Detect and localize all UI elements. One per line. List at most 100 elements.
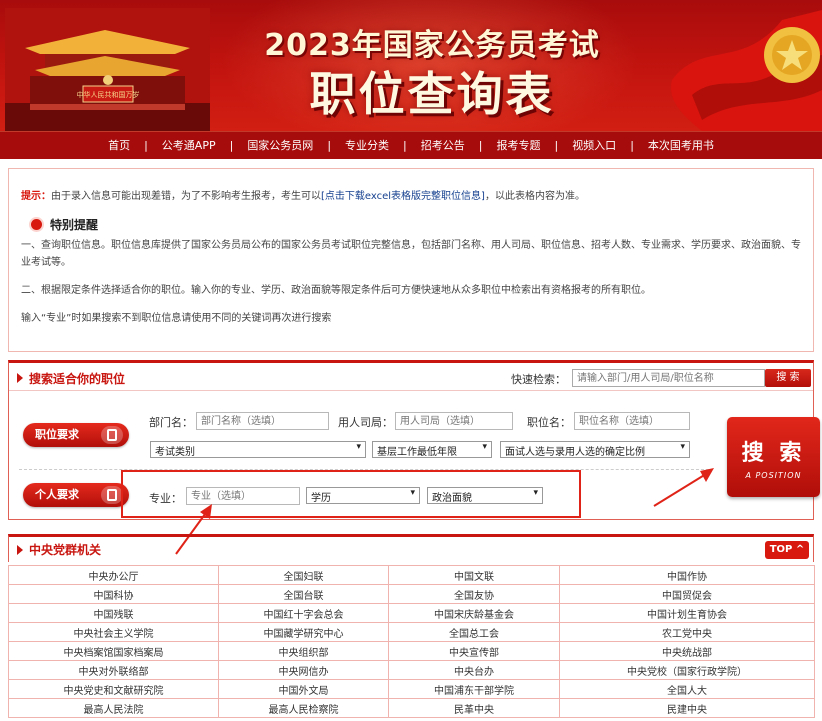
- org-link[interactable]: 中央宣传部: [388, 641, 560, 661]
- nav-app[interactable]: 公考通APP: [148, 132, 230, 160]
- document-icon: [107, 429, 117, 441]
- org-link[interactable]: 中国红十字会总会: [218, 603, 389, 623]
- header-banner: 中华人民共和国万岁 2023年国家公务员考试 职位查询表: [0, 0, 822, 131]
- org-section-header: 中央党群机关 TOP ^: [8, 534, 814, 562]
- tip-line: 提示：由于录入信息可能出现差错，为了不影响考生报考，考生可以[点击下载excel…: [21, 187, 801, 202]
- list-icon: [107, 489, 117, 501]
- dept-input[interactable]: [196, 412, 329, 430]
- tip-label: 提示：: [21, 191, 51, 202]
- position-label: 职位名：: [527, 416, 571, 429]
- triangle-icon: [17, 544, 23, 555]
- person-badge-label: 个人要求: [35, 488, 79, 501]
- personal-requirements-badge: 个人要求: [23, 483, 129, 507]
- search-panel-header: 搜索适合你的职位 快速检索： 搜 索: [9, 363, 813, 393]
- search-submit-label: 搜 索: [741, 441, 806, 466]
- chevron-down-icon: ▾: [356, 442, 361, 452]
- table-row: 中国残联 中国红十字会总会 中国宋庆龄基金会 中国计划生育协会: [8, 603, 815, 623]
- org-link[interactable]: 中央档案馆国家档案局: [8, 641, 219, 661]
- notice-box: 提示：由于录入信息可能出现差错，为了不影响考生报考，考生可以[点击下载excel…: [8, 168, 814, 352]
- org-link[interactable]: 中央台办: [388, 660, 560, 680]
- org-link[interactable]: 中国计划生育协会: [559, 603, 815, 623]
- org-link[interactable]: 中央组织部: [218, 641, 389, 661]
- reminder-title: 特别提醒: [50, 218, 99, 232]
- table-row: 中国科协 全国台联 全国友协 中国贸促会: [8, 584, 815, 604]
- position-input[interactable]: [574, 412, 690, 430]
- exam-category-select[interactable]: 考试类别 ▾: [150, 441, 366, 458]
- org-link[interactable]: 最高人民法院: [8, 698, 219, 718]
- job-badge-label: 职位要求: [35, 428, 79, 441]
- min-years-select[interactable]: 基层工作最低年限 ▾: [372, 441, 492, 458]
- table-row: 中央党史和文献研究院 中国外文局 中国浦东干部学院 全国人大: [8, 679, 815, 699]
- org-link[interactable]: 中国残联: [8, 603, 219, 623]
- banner-title-line2: 职位查询表: [309, 67, 555, 121]
- min-years-value: 基层工作最低年限: [377, 447, 457, 458]
- interview-ratio-value: 面试人选与录用人选的确定比例: [505, 447, 645, 458]
- org-link[interactable]: 中央办公厅: [8, 565, 219, 585]
- special-reminder: 特别提醒: [31, 216, 801, 233]
- org-link[interactable]: 全国妇联: [218, 565, 389, 585]
- nav-apply-topic[interactable]: 报考专题: [482, 132, 554, 160]
- org-link[interactable]: 中央对外联络部: [8, 660, 219, 680]
- nav-major-category[interactable]: 专业分类: [331, 132, 403, 160]
- org-link[interactable]: 中国科协: [8, 584, 219, 604]
- nav-recruit-notice[interactable]: 招考公告: [407, 132, 479, 160]
- org-link[interactable]: 最高人民检察院: [218, 698, 389, 718]
- org-link[interactable]: 民革中央: [388, 698, 560, 718]
- main-nav: 首页 | 公考通APP | 国家公务员网 | 专业分类 | 招考公告 | 报考专题 | 视频…: [0, 131, 822, 159]
- org-link[interactable]: 农工党中央: [559, 622, 815, 642]
- org-link[interactable]: 中国外文局: [218, 679, 389, 699]
- notice-paragraph-2: 二、根据限定条件选择适合你的职位。输入你的专业、学历、政治面貌等限定条件后可方便…: [21, 285, 651, 296]
- table-row: 中央社会主义学院 中国藏学研究中心 全国总工会 农工党中央: [8, 622, 815, 642]
- org-link[interactable]: 全国总工会: [388, 622, 560, 642]
- org-link[interactable]: 中国浦东干部学院: [388, 679, 560, 699]
- back-to-top-button[interactable]: TOP ^: [765, 541, 809, 559]
- nav-home[interactable]: 首页: [94, 132, 144, 160]
- quick-search-label: 快速检索：: [511, 373, 566, 386]
- bullet-icon: [31, 219, 42, 230]
- gate-sign-text: 中华人民共和国万岁: [77, 90, 140, 99]
- interview-ratio-select[interactable]: 面试人选与录用人选的确定比例 ▾: [500, 441, 690, 458]
- annotation-arrow-right: [653, 468, 714, 507]
- org-heading: 中央党群机关: [29, 543, 102, 557]
- nav-video[interactable]: 视频入口: [558, 132, 630, 160]
- nav-books[interactable]: 本次国考用书: [634, 132, 728, 160]
- org-link[interactable]: 全国友协: [388, 584, 560, 604]
- bureau-input[interactable]: [395, 412, 513, 430]
- table-row: 中央办公厅 全国妇联 中国文联 中国作协: [8, 565, 815, 585]
- tiananmen-gate-image: 中华人民共和国万岁: [5, 8, 210, 131]
- nav-civil-service-site[interactable]: 国家公务员网: [233, 132, 327, 160]
- org-link[interactable]: 中央社会主义学院: [8, 622, 219, 642]
- excel-download-link[interactable]: [点击下载excel表格版完整职位信息]: [321, 191, 485, 202]
- search-submit-sublabel: A POSITION: [745, 471, 802, 480]
- notice-paragraph-3: 输入“专业”时如果搜索不到职位信息请使用不同的关键词再次进行搜索: [21, 313, 332, 324]
- table-row: 最高人民法院 最高人民检察院 民革中央 民建中央: [8, 698, 815, 718]
- job-requirements-badge: 职位要求: [23, 423, 129, 447]
- flag-ribbon-image: [671, 10, 822, 131]
- search-heading: 搜索适合你的职位: [29, 371, 126, 386]
- org-link[interactable]: 全国人大: [559, 679, 815, 699]
- org-link[interactable]: 中央党史和文献研究院: [8, 679, 219, 699]
- org-link[interactable]: 中国宋庆龄基金会: [388, 603, 560, 623]
- triangle-icon: [17, 373, 23, 383]
- exam-category-value: 考试类别: [155, 447, 195, 458]
- chevron-down-icon: ▾: [482, 442, 487, 452]
- org-link[interactable]: 中国贸促会: [559, 584, 815, 604]
- org-link[interactable]: 中央统战部: [559, 641, 815, 661]
- org-link[interactable]: 中国藏学研究中心: [218, 622, 389, 642]
- org-table: 中央办公厅 全国妇联 中国文联 中国作协 中国科协 全国台联 全国友协 中国贸促会 中国残联 中国…: [8, 565, 815, 718]
- org-link[interactable]: 中国文联: [388, 565, 560, 585]
- quick-search-button[interactable]: 搜 索: [765, 369, 811, 387]
- search-submit-button[interactable]: 搜 索 A POSITION: [727, 417, 820, 497]
- org-link[interactable]: 全国台联: [218, 584, 389, 604]
- tip-text-1: 由于录入信息可能出现差错，为了不影响考生报考，考生可以: [51, 191, 321, 202]
- bureau-label: 用人司局：: [338, 416, 393, 429]
- dept-label: 部门名：: [149, 416, 193, 429]
- tip-text-2: ，以此表格内容为准。: [484, 191, 585, 202]
- org-link[interactable]: 中央网信办: [218, 660, 389, 680]
- quick-search-input[interactable]: [572, 369, 765, 387]
- org-link[interactable]: 民建中央: [559, 698, 815, 718]
- chevron-down-icon: ▾: [680, 442, 685, 452]
- org-link[interactable]: 中央党校（国家行政学院）: [559, 660, 815, 680]
- table-row: 中央档案馆国家档案局 中央组织部 中央宣传部 中央统战部: [8, 641, 815, 661]
- org-link[interactable]: 中国作协: [559, 565, 815, 585]
